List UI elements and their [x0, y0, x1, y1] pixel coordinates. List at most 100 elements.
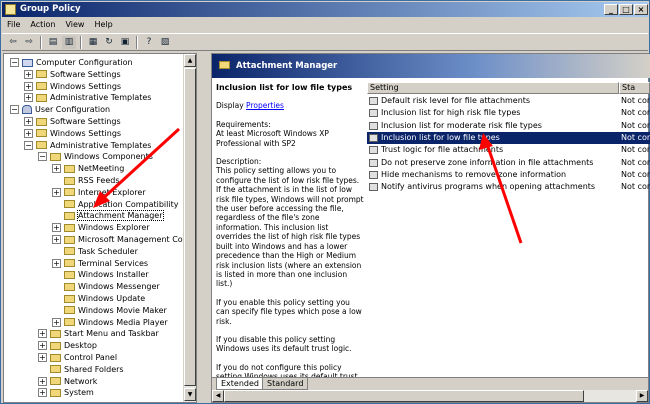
- tree-item[interactable]: Task Scheduler: [64, 246, 138, 257]
- collapse-icon[interactable]: −: [10, 58, 19, 67]
- tree-item[interactable]: User Configuration: [22, 104, 110, 115]
- setting-row[interactable]: Do not preserve zone information in file…: [367, 157, 650, 169]
- setting-row[interactable]: Inclusion list for high risk file types N…: [367, 107, 650, 119]
- menu-file[interactable]: File: [2, 18, 25, 32]
- tree-item[interactable]: Windows Settings: [36, 128, 121, 139]
- minimize-button[interactable]: _: [604, 4, 618, 15]
- setting-row[interactable]: Notify antivirus programs when opening a…: [367, 181, 650, 193]
- tree-item[interactable]: Shared Folders: [50, 364, 124, 375]
- tree-item[interactable]: Desktop: [50, 340, 97, 351]
- tree-item[interactable]: Windows Explorer: [64, 222, 150, 233]
- setting-row[interactable]: Default risk level for file attachments N…: [367, 95, 650, 107]
- help-topics-icon[interactable]: ▧: [158, 36, 172, 49]
- column-header-setting[interactable]: Setting: [367, 82, 619, 94]
- menu-help[interactable]: Help: [89, 18, 117, 32]
- maximize-button[interactable]: □: [619, 4, 633, 15]
- tree-item[interactable]: NetMeeting: [64, 163, 124, 174]
- tree-item[interactable]: Internet Explorer: [64, 187, 146, 198]
- expand-icon[interactable]: +: [52, 164, 61, 174]
- setting-row[interactable]: Hide mechanisms to remove zone informati…: [367, 169, 650, 181]
- properties-link[interactable]: Properties: [246, 101, 284, 110]
- folder-icon: [64, 200, 75, 209]
- tree-item-label: Windows Update: [78, 294, 146, 303]
- setting-state: Not con: [621, 108, 650, 118]
- tree-item-label: Windows Explorer: [78, 223, 150, 233]
- tree-item-label: NetMeeting: [78, 164, 125, 174]
- title-bar[interactable]: Group Policy _ □ ×: [2, 2, 648, 17]
- show-hide-tree-icon[interactable]: ▥: [62, 36, 76, 49]
- expand-icon[interactable]: +: [52, 317, 61, 327]
- collapse-icon[interactable]: −: [38, 152, 47, 162]
- scroll-left-icon[interactable]: ◀: [212, 390, 224, 402]
- scroll-down-icon[interactable]: ▼: [184, 388, 196, 401]
- tree-item[interactable]: Control Panel: [50, 352, 117, 363]
- expand-icon[interactable]: +: [38, 388, 47, 398]
- folder-icon: [64, 235, 75, 244]
- tree-item[interactable]: Computer Configuration: [22, 57, 133, 68]
- expand-icon[interactable]: +: [24, 69, 33, 79]
- expand-icon[interactable]: +: [24, 128, 33, 138]
- horizontal-scroll-thumb[interactable]: [224, 390, 584, 402]
- tree-item[interactable]: Windows Update: [64, 293, 145, 304]
- expand-icon[interactable]: +: [52, 187, 61, 197]
- tree-item[interactable]: Administrative Templates: [36, 140, 151, 151]
- tree-item[interactable]: Application Compatibility: [64, 199, 178, 210]
- tree-item[interactable]: Windows Installer: [64, 269, 149, 280]
- refresh-icon[interactable]: ↻: [102, 36, 116, 49]
- tree-item[interactable]: Software Settings: [36, 69, 121, 80]
- menu-view[interactable]: View: [60, 18, 89, 32]
- setting-row[interactable]: Inclusion list for moderate risk file ty…: [367, 120, 650, 132]
- back-arrow-icon[interactable]: ⇦: [6, 36, 20, 49]
- expand-icon[interactable]: +: [24, 117, 33, 126]
- tree-item[interactable]: Microsoft Management Console: [64, 234, 196, 245]
- setting-row[interactable]: Trust logic for file attachments Not con: [367, 144, 650, 156]
- tree-item[interactable]: Software Settings: [36, 116, 121, 127]
- expand-icon[interactable]: +: [38, 329, 47, 339]
- tree-item[interactable]: Start Menu and Taskbar: [50, 328, 159, 339]
- expand-icon[interactable]: +: [24, 81, 33, 91]
- tree-item[interactable]: Windows Settings: [36, 81, 121, 92]
- tree-item[interactable]: Windows Messenger: [64, 281, 160, 292]
- menu-bar: File Action View Help: [2, 18, 648, 32]
- scroll-right-icon[interactable]: ▶: [636, 390, 648, 402]
- expand-icon[interactable]: +: [38, 353, 47, 362]
- expand-icon[interactable]: +: [52, 258, 61, 268]
- menu-action[interactable]: Action: [25, 18, 60, 32]
- tab-extended[interactable]: Extended: [216, 378, 264, 390]
- collapse-icon[interactable]: −: [10, 105, 19, 115]
- expand-icon[interactable]: +: [38, 341, 47, 351]
- collapse-icon[interactable]: −: [24, 140, 33, 150]
- expand-icon[interactable]: +: [24, 93, 33, 103]
- tab-standard[interactable]: Standard: [262, 378, 309, 390]
- close-button[interactable]: ×: [634, 4, 648, 15]
- help-icon[interactable]: ?: [142, 36, 156, 49]
- tree-item[interactable]: Windows Media Player: [64, 317, 168, 328]
- tree-item[interactable]: Windows Movie Maker: [64, 305, 167, 316]
- tree-item[interactable]: Windows Components: [50, 151, 153, 162]
- tree-item[interactable]: Administrative Templates: [36, 92, 151, 103]
- tree-scroll-thumb[interactable]: [184, 68, 196, 386]
- tree-item-label: Application Compatibility: [78, 199, 179, 209]
- tree-item[interactable]: Attachment Manager: [64, 210, 164, 222]
- horizontal-scrollbar[interactable]: ◀ ▶: [212, 390, 648, 402]
- export-list-icon[interactable]: ▣: [118, 36, 132, 49]
- tree-item[interactable]: Network: [50, 376, 97, 387]
- expand-icon[interactable]: +: [52, 223, 61, 233]
- tree-item[interactable]: Terminal Services: [64, 258, 148, 269]
- scroll-up-icon[interactable]: ▲: [184, 54, 196, 67]
- tree-vertical-scrollbar[interactable]: ▲ ▼: [183, 54, 196, 402]
- group-policy-app-icon: [5, 4, 16, 15]
- policy-setting-icon: [369, 133, 378, 142]
- expand-icon[interactable]: +: [52, 235, 61, 244]
- column-header-state[interactable]: Sta: [619, 82, 650, 94]
- description-text: Description: This policy setting allows …: [216, 157, 364, 289]
- tree-item[interactable]: RSS Feeds: [64, 175, 120, 186]
- up-folder-icon[interactable]: ▤: [46, 36, 60, 49]
- requirements-text: Requirements: At least Microsoft Windows…: [216, 119, 329, 148]
- setting-row[interactable]: Inclusion list for low file types Not con: [367, 131, 650, 144]
- expand-icon[interactable]: +: [38, 376, 47, 386]
- forward-arrow-icon[interactable]: ⇨: [22, 36, 36, 49]
- folder-icon: [36, 129, 47, 138]
- tree-item[interactable]: System: [50, 387, 94, 398]
- properties-icon[interactable]: ▦: [86, 36, 100, 49]
